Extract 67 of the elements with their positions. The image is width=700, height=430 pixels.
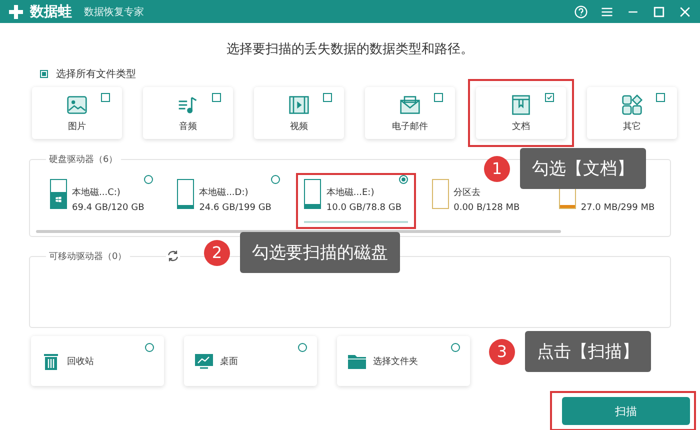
step-number-badge: 3 [489, 338, 515, 364]
checkbox[interactable] [656, 93, 665, 102]
file-type-label: 视频 [290, 120, 308, 132]
drive-usage: 27.0 MB/299 MB [580, 203, 655, 213]
file-type-card[interactable]: 电子邮件 [365, 87, 455, 139]
callout-tooltip: 勾选要扫描的磁盘 [240, 232, 400, 273]
maximize-icon[interactable] [652, 4, 666, 18]
envelope-icon [399, 94, 421, 116]
drive-usage: 0.00 B/128 MB [454, 203, 520, 213]
select-all-label: 选择所有文件类型 [56, 68, 136, 81]
location-card[interactable]: 回收站 [31, 336, 164, 386]
radio-button[interactable] [271, 175, 280, 184]
drive-name: 分区去 [454, 186, 482, 199]
checkbox[interactable] [212, 93, 221, 102]
trash-icon [41, 351, 61, 371]
file-type-card[interactable]: 视频 [254, 87, 344, 139]
drive-name: 本地磁...C:) [72, 186, 122, 199]
drive-usage: 10.0 GB/78.8 GB [326, 203, 402, 213]
cross-logo-icon [8, 4, 24, 20]
grid-shapes-icon [621, 94, 643, 116]
step-number-badge: 1 [484, 156, 510, 182]
checkbox[interactable] [434, 93, 443, 102]
scrollbar[interactable] [36, 230, 561, 233]
monitor-icon [194, 351, 214, 371]
radio-button[interactable] [451, 343, 460, 352]
location-card[interactable]: 选择文件夹 [337, 336, 470, 386]
file-type-label: 其它 [623, 120, 641, 132]
radio-button[interactable] [298, 343, 307, 352]
location-card[interactable]: 桌面 [184, 336, 317, 386]
film-icon [288, 94, 310, 116]
checkbox[interactable] [545, 93, 554, 102]
location-label: 回收站 [67, 356, 94, 368]
drive-icon [432, 179, 449, 209]
radio-button[interactable] [145, 343, 154, 352]
app-subtitle: 数据恢复专家 [84, 6, 144, 18]
step-number-badge: 2 [204, 240, 230, 266]
file-type-card[interactable]: 文档 [476, 87, 566, 139]
drive-name: 本地磁...E:) [326, 186, 376, 199]
file-type-card[interactable]: 音频 [143, 87, 233, 139]
checkbox[interactable] [101, 93, 110, 102]
file-type-card[interactable]: 图片 [32, 87, 122, 139]
location-label: 桌面 [220, 356, 238, 368]
drive-usage: 24.6 GB/199 GB [199, 203, 272, 213]
page-heading: 选择要扫描的丢失数据的数据类型和路径。 [226, 41, 474, 58]
drive-usage: 69.4 GB/120 GB [72, 203, 144, 213]
file-type-label: 图片 [68, 120, 86, 132]
refresh-icon[interactable] [166, 249, 180, 263]
radio-button[interactable] [144, 175, 154, 184]
app-name: 数据蛙 [30, 2, 72, 20]
file-type-label: 电子邮件 [392, 120, 428, 132]
file-type-label: 文档 [512, 120, 530, 132]
location-label: 选择文件夹 [373, 356, 418, 368]
help-icon[interactable] [574, 4, 588, 18]
file-type-label: 音频 [179, 120, 197, 132]
callout-tooltip: 点击【扫描】 [525, 331, 651, 372]
picture-icon [66, 94, 88, 116]
document-icon [510, 94, 532, 116]
callout-tooltip: 勾选【文档】 [520, 148, 646, 189]
section-label: 硬盘驱动器（6） [46, 153, 121, 166]
drive-name: 本地磁...D:) [199, 186, 250, 199]
section-label: 可移动驱动器（0） [46, 250, 130, 263]
close-icon[interactable] [678, 4, 692, 18]
file-type-card[interactable]: 其它 [587, 87, 677, 139]
scan-button[interactable]: 扫描 [562, 397, 690, 425]
radio-button[interactable] [398, 175, 408, 184]
select-all-checkbox[interactable] [40, 70, 48, 78]
checkbox[interactable] [323, 93, 332, 102]
